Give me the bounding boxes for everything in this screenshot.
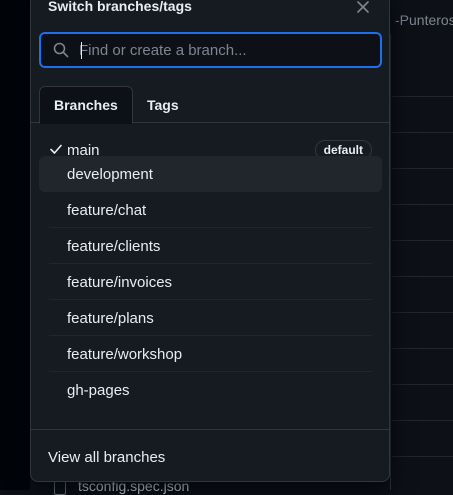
checkmark-icon: [50, 144, 62, 154]
branch-item-feature-invoices[interactable]: feature/invoices: [39, 264, 382, 300]
branch-item-feature-chat[interactable]: feature/chat: [39, 192, 382, 228]
background-divider: [390, 34, 391, 490]
branch-item-feature-plans[interactable]: feature/plans: [39, 300, 382, 336]
branch-item-development[interactable]: development: [39, 156, 382, 192]
background-row: [390, 384, 453, 385]
background-row: [390, 168, 453, 169]
branch-search-field[interactable]: [39, 32, 382, 68]
footer-divider: [31, 429, 389, 430]
tab-tags[interactable]: Tags: [133, 86, 193, 123]
background-row: [390, 456, 453, 457]
branch-label: feature/plans: [67, 309, 154, 327]
search-icon: [53, 41, 71, 59]
close-icon: [357, 1, 369, 13]
branch-item-feature-workshop[interactable]: feature/workshop: [39, 336, 382, 372]
branch-search-input[interactable]: [79, 41, 380, 59]
branch-label: feature/clients: [67, 237, 161, 255]
background-row: [390, 276, 453, 277]
background-row: [390, 132, 453, 133]
background-row: [390, 240, 453, 241]
branch-label: feature/invoices: [67, 273, 173, 291]
background-row: [390, 312, 453, 313]
popover-title: Switch branches/tags: [48, 0, 192, 14]
branch-label: feature/workshop: [67, 345, 183, 363]
view-all-branches-link[interactable]: View all branches: [48, 449, 165, 466]
branch-item-feature-clients[interactable]: feature/clients: [39, 228, 382, 264]
tab-branches[interactable]: Branches: [39, 86, 133, 124]
background-row: [390, 204, 453, 205]
branch-tag-tabs: Branches Tags: [31, 86, 389, 124]
file-icon: [54, 481, 66, 495]
branch-switcher-popover: Switch branches/tags Branches Tags main …: [30, 0, 390, 482]
text-caret: [81, 42, 82, 59]
branch-label: gh-pages: [67, 381, 130, 399]
background-sidebar: [0, 0, 30, 490]
branch-label: feature/chat: [67, 201, 147, 219]
background-header-text: -Punteros: [395, 12, 453, 28]
branch-item-gh-pages[interactable]: gh-pages: [39, 372, 382, 408]
branch-label: development: [67, 165, 153, 183]
background-row: [390, 348, 453, 349]
close-button[interactable]: [353, 0, 373, 17]
background-row: [390, 96, 453, 97]
background-row: [390, 420, 453, 421]
